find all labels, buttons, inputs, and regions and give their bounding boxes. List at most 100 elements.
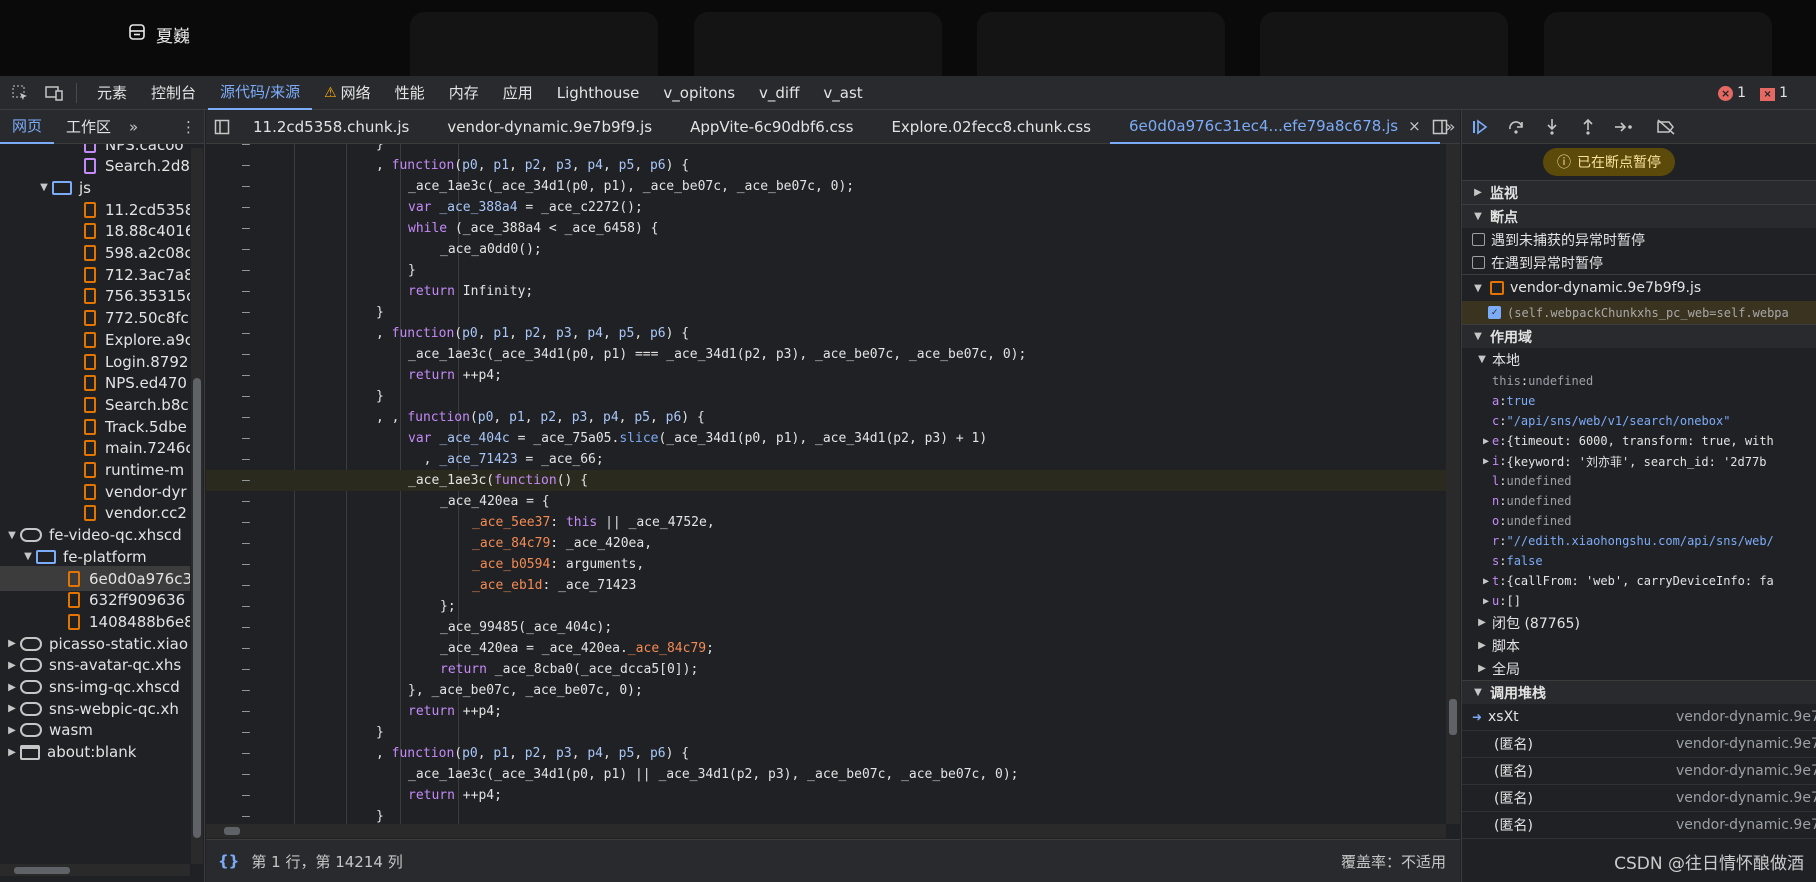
expand-arrow-icon[interactable]: ▶ <box>6 725 18 736</box>
expand-arrow-icon[interactable]: ▶ <box>6 638 18 649</box>
code-line[interactable]: –} <box>206 722 1446 743</box>
code-line[interactable]: – _ace_1ae3c(_ace_34d1(p0, p1) || _ace_34… <box>206 764 1446 785</box>
scope-variable[interactable]: l: undefined <box>1462 471 1816 491</box>
editor-horizontal-scrollbar[interactable] <box>206 824 1446 838</box>
code-view[interactable]: –} –, function(p0, p1, p2, p3, p4, p5, p6… <box>206 144 1446 824</box>
file-tab[interactable]: AppVite-6c90dbf6.css <box>671 110 872 144</box>
code-line[interactable]: –} <box>206 260 1446 281</box>
code-line[interactable]: – _ace_a0dd0(); <box>206 239 1446 260</box>
line-gutter-marker[interactable]: – <box>242 575 250 596</box>
scope-local-header[interactable]: ▼ 本地 <box>1462 348 1816 371</box>
call-frame[interactable]: (匿名) vendor-dynamic.9e7 <box>1462 731 1816 758</box>
scrollbar-thumb[interactable] <box>193 378 201 838</box>
code-line[interactable]: – , _ace_71423 = _ace_66; <box>206 449 1446 470</box>
scrollbar-thumb[interactable] <box>14 867 70 874</box>
devtools-tab[interactable]: 元素 <box>85 76 139 110</box>
expand-arrow-icon[interactable]: ▶ <box>1480 596 1492 607</box>
expand-arrow-icon[interactable]: ▶ <box>6 703 18 714</box>
code-line[interactable]: – , function(p0, p1, p2, p3, p4, p5, p6) … <box>206 323 1446 344</box>
section-callstack[interactable]: ▼ 调用堆栈 <box>1462 680 1816 704</box>
code-line[interactable]: – _ace_420ea = _ace_420ea._ace_84c79; <box>206 638 1446 659</box>
code-line[interactable]: – return ++p4; <box>206 785 1446 806</box>
code-line[interactable]: – _ace_420ea = { <box>206 491 1446 512</box>
collapse-arrow-icon[interactable]: ▼ <box>22 551 34 562</box>
section-scope[interactable]: ▼ 作用域 <box>1462 324 1816 348</box>
line-gutter-marker[interactable]: – <box>242 806 250 824</box>
line-gutter-marker[interactable]: – <box>242 512 250 533</box>
step-out-icon[interactable] <box>1570 110 1606 144</box>
line-gutter-marker[interactable]: – <box>242 365 250 386</box>
line-gutter-marker[interactable]: – <box>242 722 250 743</box>
browser-tab-placeholder[interactable] <box>1544 12 1772 76</box>
scope-group[interactable]: ▶ 闭包 (87765) <box>1462 611 1816 634</box>
line-gutter-marker[interactable]: – <box>242 239 250 260</box>
browser-tab-placeholder[interactable] <box>977 12 1225 76</box>
error-count[interactable]: × 1 <box>1718 85 1746 101</box>
expand-arrow-icon[interactable]: ▶ <box>6 660 18 671</box>
code-line[interactable]: – , function(p0, p1, p2, p3, p4, p5, p6) … <box>206 155 1446 176</box>
pretty-print-icon[interactable]: {} <box>218 852 239 870</box>
expand-arrow-icon[interactable]: ▶ <box>6 747 18 758</box>
scope-group[interactable]: ▶ 全局 <box>1462 657 1816 680</box>
code-line[interactable]: – var _ace_388a4 = _ace_c2272(); <box>206 197 1446 218</box>
call-frame[interactable]: (匿名) vendor-dynamic.9e7 <box>1462 812 1816 839</box>
scope-variable[interactable]: ▶ u: [] <box>1462 591 1816 611</box>
scope-variable[interactable]: a: true <box>1462 391 1816 411</box>
code-line[interactable]: –} <box>206 144 1446 155</box>
devtools-tab[interactable]: 内存 <box>437 76 491 110</box>
code-line[interactable]: – return ++p4; <box>206 701 1446 722</box>
navigator-horizontal-scrollbar[interactable] <box>0 864 190 876</box>
scope-variable[interactable]: o: undefined <box>1462 511 1816 531</box>
scope-group[interactable]: ▶ 脚本 <box>1462 634 1816 657</box>
scope-variable[interactable]: c: "/api/sns/web/v1/search/onebox" <box>1462 411 1816 431</box>
line-gutter-marker[interactable]: – <box>242 281 250 302</box>
line-gutter-marker[interactable]: – <box>242 554 250 575</box>
devtools-tab[interactable]: Lighthouse <box>545 76 652 110</box>
code-line[interactable]: –} <box>206 806 1446 824</box>
browser-tab-placeholder[interactable] <box>1260 12 1508 76</box>
line-gutter-marker[interactable]: – <box>242 743 250 764</box>
tab-workspace[interactable]: 工作区 <box>54 110 123 144</box>
browser-tab-placeholder[interactable] <box>410 12 658 76</box>
line-gutter-marker[interactable]: – <box>242 617 250 638</box>
code-line[interactable]: – , function(p0, p1, p2, p3, p4, p5, p6) … <box>206 743 1446 764</box>
line-gutter-marker[interactable]: – <box>242 218 250 239</box>
line-gutter-marker[interactable]: – <box>242 155 250 176</box>
collapse-arrow-icon[interactable]: ▼ <box>38 182 50 193</box>
pause-uncaught-checkbox[interactable] <box>1472 233 1485 246</box>
line-gutter-marker[interactable]: – <box>242 491 250 512</box>
error-counters[interactable]: × 1 × 1 <box>1718 76 1788 110</box>
code-line[interactable]: – _ace_1ae3c(_ace_34d1(p0, p1), _ace_be07… <box>206 176 1446 197</box>
scope-variable[interactable]: this: undefined <box>1462 371 1816 391</box>
code-line[interactable]: – return _ace_8cba0(_ace_dcca5[0]); <box>206 659 1446 680</box>
devtools-tab[interactable]: 性能 <box>383 76 437 110</box>
line-gutter-marker[interactable]: – <box>242 638 250 659</box>
code-line[interactable]: – while (_ace_388a4 < _ace_6458) { <box>206 218 1446 239</box>
expand-arrow-icon[interactable]: ▶ <box>1480 456 1492 467</box>
close-icon[interactable]: × <box>1408 117 1421 135</box>
resume-icon[interactable] <box>1462 110 1498 144</box>
code-line[interactable]: –} <box>206 302 1446 323</box>
line-gutter-marker[interactable]: – <box>242 407 250 428</box>
device-toolbar-icon[interactable] <box>40 79 68 107</box>
scope-variable[interactable]: r: "//edith.xiaohongshu.com/api/sns/web/ <box>1462 531 1816 551</box>
line-gutter-marker[interactable]: – <box>242 659 250 680</box>
pause-uncaught-option[interactable]: 遇到未捕获的异常时暂停 <box>1462 228 1816 251</box>
devtools-tab[interactable]: v_opitons <box>651 76 747 110</box>
code-line[interactable]: – _ace_5ee37: this || _ace_4752e, <box>206 512 1446 533</box>
section-watch[interactable]: ▶ 监视 <box>1462 180 1816 204</box>
code-line[interactable]: – var _ace_404c = _ace_75a05.slice(_ace_3… <box>206 428 1446 449</box>
code-line[interactable]: – _ace_eb1d: _ace_71423 <box>206 575 1446 596</box>
line-gutter-marker[interactable]: – <box>242 176 250 197</box>
breakpoint-checkbox[interactable]: ✓ <box>1488 306 1501 319</box>
scrollbar-thumb[interactable] <box>224 827 240 835</box>
more-options-icon[interactable]: ⋮ <box>173 110 204 144</box>
line-gutter-marker[interactable]: – <box>242 323 250 344</box>
devtools-tab[interactable]: 应用 <box>491 76 545 110</box>
code-line[interactable]: – _ace_1ae3c(_ace_34d1(p0, p1) === _ace_3… <box>206 344 1446 365</box>
line-gutter-marker[interactable]: – <box>242 428 250 449</box>
line-gutter-marker[interactable]: – <box>242 449 250 470</box>
more-tabs-chevron-icon[interactable]: » <box>123 110 144 144</box>
line-gutter-marker[interactable]: – <box>242 680 250 701</box>
issue-count[interactable]: × 1 <box>1760 85 1788 101</box>
